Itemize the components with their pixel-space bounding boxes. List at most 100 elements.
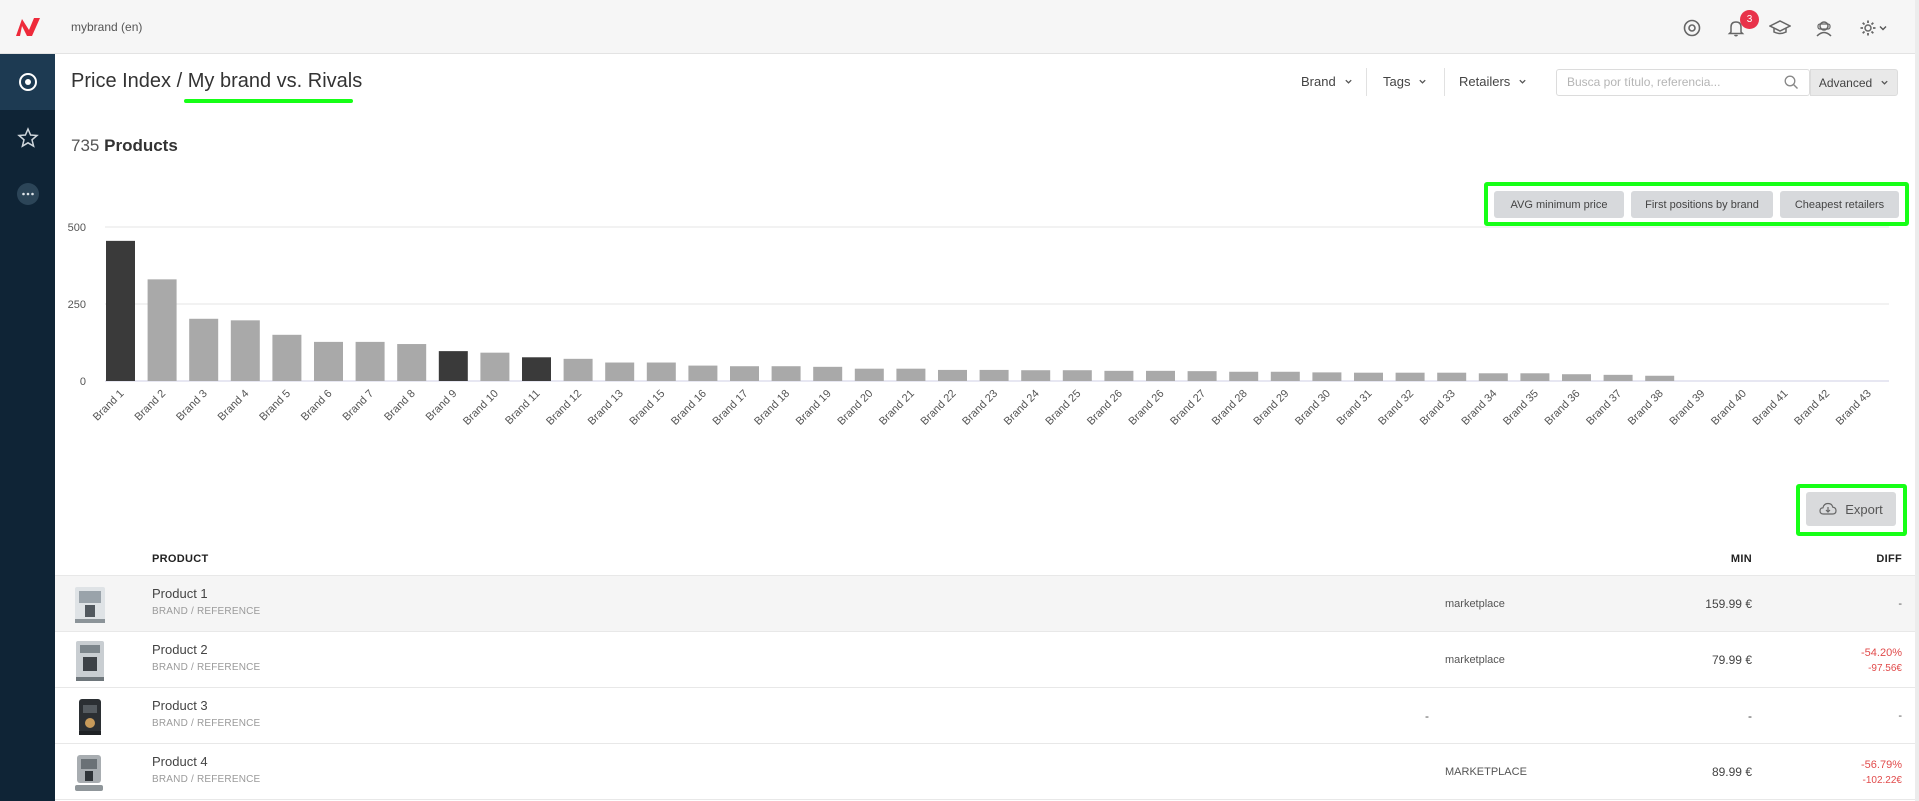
chart-bar[interactable] <box>230 320 260 381</box>
diff-percent: -56.79% <box>1861 758 1902 771</box>
min-price: - <box>1748 709 1752 723</box>
column-header-min[interactable]: MIN <box>1731 553 1752 565</box>
chart-bar[interactable] <box>355 341 385 381</box>
x-tick-label: Brand 30 <box>1293 388 1333 428</box>
tags-filter-button[interactable]: Tags <box>1383 74 1427 89</box>
x-tick-label: Brand 19 <box>794 388 834 428</box>
search-input[interactable] <box>1567 75 1767 89</box>
chart-bar[interactable] <box>1187 371 1217 381</box>
advanced-search-button[interactable]: Advanced <box>1810 69 1898 96</box>
chart-bar[interactable] <box>1520 373 1550 381</box>
account-brand-label[interactable]: mybrand (en) <box>71 20 142 34</box>
chart-bar[interactable] <box>1062 370 1092 381</box>
chart-bar[interactable] <box>1645 375 1675 381</box>
product-name[interactable]: Product 1 <box>152 586 208 601</box>
chart-bar[interactable] <box>480 352 510 381</box>
dashboard-circle-icon <box>18 73 37 91</box>
chart-bar[interactable] <box>771 366 801 381</box>
chart-bar[interactable] <box>813 366 843 381</box>
logo-icon[interactable] <box>14 14 42 40</box>
table-row[interactable]: Product 3 BRAND / REFERENCE - - - <box>55 688 1919 744</box>
column-header-product[interactable]: PRODUCT <box>152 553 209 565</box>
sidebar-item-dashboard[interactable] <box>0 54 55 110</box>
chart-bar[interactable] <box>1354 372 1383 381</box>
chart-bar[interactable] <box>730 366 759 381</box>
chart-bar[interactable] <box>189 318 219 381</box>
x-tick-label: Brand 24 <box>1002 388 1042 428</box>
retailer-placeholder: - <box>1425 709 1429 723</box>
product-thumbnail[interactable] <box>71 581 109 627</box>
chart-bar[interactable] <box>979 369 1009 381</box>
chevron-down-icon[interactable] <box>1876 16 1890 40</box>
x-tick-label: Brand 15 <box>627 388 667 428</box>
chrome-icon[interactable] <box>1680 16 1704 40</box>
product-name[interactable]: Product 4 <box>152 754 208 769</box>
x-tick-label: Brand 38 <box>1626 388 1666 428</box>
product-thumbnail[interactable] <box>71 637 109 683</box>
chart-bar[interactable] <box>397 344 427 381</box>
x-tick-label: Brand 9 <box>424 388 460 424</box>
product-thumbnail[interactable] <box>71 693 109 739</box>
page-scrollbar[interactable] <box>1915 0 1919 801</box>
x-tick-label: Brand 21 <box>877 388 917 428</box>
breadcrumb-separator: / <box>171 70 188 92</box>
product-name[interactable]: Product 2 <box>152 642 208 657</box>
chart-bar[interactable] <box>896 368 926 381</box>
graduation-cap-icon[interactable] <box>1768 16 1792 40</box>
chart-bar[interactable] <box>688 365 718 381</box>
brand-bar-chart: 0250500Brand 1 Brand 2 Brand 3 Brand 4 Brand… <box>68 222 1889 428</box>
product-thumbnail[interactable] <box>71 749 109 795</box>
x-tick-label: Brand 43 <box>1834 388 1874 428</box>
x-tick-label: Brand 31 <box>1335 388 1375 428</box>
diff-percent: - <box>1898 598 1902 610</box>
notifications-badge: 3 <box>1740 10 1759 29</box>
chart-bar[interactable] <box>438 351 468 381</box>
chart-bar[interactable] <box>314 341 343 381</box>
retailers-filter-button[interactable]: Retailers <box>1459 74 1527 89</box>
chart-bar[interactable] <box>646 362 676 381</box>
chart-bar[interactable] <box>272 334 302 381</box>
sidebar-item-more[interactable] <box>0 166 55 222</box>
chart-bar[interactable] <box>1104 370 1134 381</box>
breadcrumb-price-index[interactable]: Price Index <box>71 70 171 92</box>
chart-bar[interactable] <box>1312 372 1342 381</box>
export-button[interactable]: Export <box>1806 492 1896 526</box>
chart-bar[interactable] <box>147 279 177 381</box>
search-icon[interactable] <box>1784 75 1799 90</box>
product-name[interactable]: Product 3 <box>152 698 208 713</box>
chevron-down-icon <box>1419 79 1427 84</box>
chart-bar[interactable] <box>1395 372 1425 381</box>
filter-divider <box>1444 68 1445 96</box>
chart-bar[interactable] <box>938 369 967 381</box>
brand-filter-button[interactable]: Brand <box>1301 74 1353 89</box>
x-tick-label: Brand 7 <box>340 388 376 424</box>
chart-bar[interactable] <box>854 368 884 381</box>
x-tick-label: Brand 18 <box>752 388 792 428</box>
table-row[interactable]: Product 2 BRAND / REFERENCE marketplace … <box>55 632 1919 688</box>
column-header-diff[interactable]: DIFF <box>1876 553 1902 565</box>
retailer-name: marketplace <box>1445 598 1505 610</box>
min-price: 79.99 € <box>1711 653 1752 667</box>
chart-bar[interactable] <box>1478 373 1508 381</box>
chart-bar[interactable] <box>1437 372 1467 381</box>
chart-bar[interactable] <box>1270 371 1300 381</box>
table-row[interactable]: Product 4 BRAND / REFERENCE MARKETPLACE … <box>55 744 1919 800</box>
chart-bar[interactable] <box>1021 370 1051 381</box>
chart-bar[interactable] <box>1146 370 1175 381</box>
table-row[interactable]: Product 1 BRAND / REFERENCE marketplace … <box>55 576 1919 632</box>
chart-bar[interactable] <box>106 240 135 381</box>
x-tick-label: Brand 1 <box>91 388 127 424</box>
chart-bar[interactable] <box>1229 371 1259 381</box>
chart-bar[interactable] <box>605 362 635 381</box>
cloud-download-icon <box>1819 502 1837 515</box>
chart-bar[interactable] <box>1603 374 1633 381</box>
support-agent-icon[interactable] <box>1812 16 1836 40</box>
x-tick-label: Brand 26 <box>1085 388 1125 428</box>
chart-bar[interactable] <box>522 357 551 381</box>
chart-bar[interactable] <box>563 358 593 381</box>
x-tick-label: Brand 35 <box>1501 388 1541 428</box>
chart-bar[interactable] <box>1562 374 1591 381</box>
export-label: Export <box>1845 501 1883 517</box>
sidebar-item-favorites[interactable] <box>0 110 55 166</box>
advanced-label: Advanced <box>1818 75 1873 90</box>
